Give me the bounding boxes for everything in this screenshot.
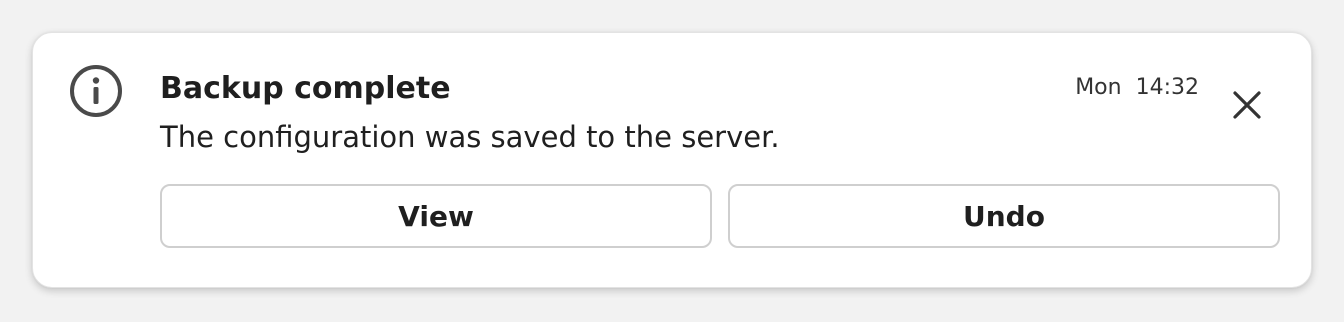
notification-actions: View Undo	[160, 184, 1280, 248]
notification-timestamp: Mon 14:32	[1075, 73, 1199, 103]
close-icon	[1232, 90, 1262, 124]
notification-title: Backup complete	[160, 71, 451, 106]
timestamp-time: 14:32	[1135, 75, 1199, 100]
timestamp-day: Mon	[1075, 75, 1122, 100]
close-button[interactable]	[1219, 79, 1275, 135]
undo-button[interactable]: Undo	[728, 184, 1280, 248]
info-icon	[69, 64, 123, 118]
notification-message: The configuration was saved to the serve…	[160, 120, 780, 154]
notification-toast: Backup complete The configuration was sa…	[32, 32, 1312, 288]
view-button[interactable]: View	[160, 184, 712, 248]
